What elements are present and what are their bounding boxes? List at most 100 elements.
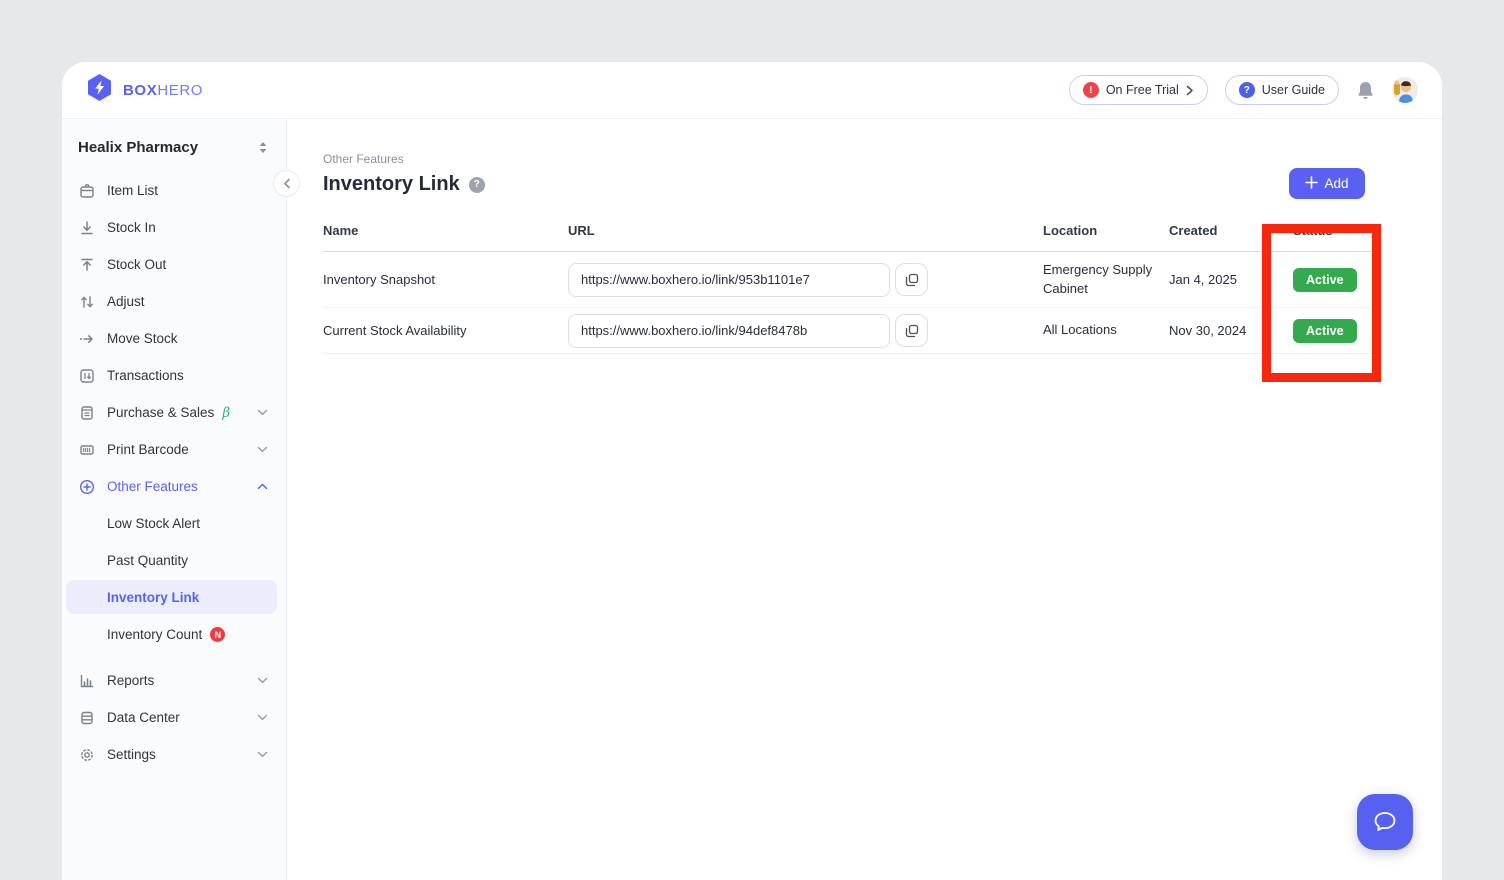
sidebar-item-data-center[interactable]: Data Center — [62, 699, 286, 736]
sidebar-item-label: Item List — [107, 183, 158, 198]
sidebar-item-past-quantity[interactable]: Past Quantity — [62, 542, 286, 579]
barcode-icon — [78, 442, 95, 458]
breadcrumb: Other Features — [323, 152, 1380, 166]
trial-label: On Free Trial — [1106, 83, 1179, 97]
add-button[interactable]: Add — [1289, 168, 1365, 199]
sidebar-item-label: Purchase & Sales — [107, 405, 214, 420]
main-content: Other Features Inventory Link ? Add Name… — [287, 119, 1442, 880]
chat-bubble-icon — [1372, 810, 1398, 834]
chevron-left-icon — [283, 178, 291, 189]
top-header: BOXHERO ! On Free Trial ? User Guide — [62, 62, 1442, 119]
sidebar-item-label: Past Quantity — [107, 553, 188, 568]
sidebar-item-move-stock[interactable]: Move Stock — [62, 320, 286, 357]
chat-support-button[interactable] — [1357, 794, 1413, 850]
help-icon[interactable]: ? — [469, 177, 485, 193]
chevron-right-icon — [1186, 85, 1194, 96]
sidebar-item-low-stock-alert[interactable]: Low Stock Alert — [62, 505, 286, 542]
chevron-down-icon — [257, 751, 268, 758]
column-header-location: Location — [1043, 223, 1169, 238]
copy-icon — [905, 273, 919, 287]
list-numbered-icon — [78, 368, 95, 384]
link-name: Inventory Snapshot — [323, 272, 568, 287]
arrow-down-tray-icon — [78, 220, 95, 236]
status-badge: Active — [1293, 319, 1357, 343]
boxhero-logo[interactable]: BOXHERO — [86, 73, 203, 107]
bar-chart-icon — [78, 673, 95, 689]
chevron-down-icon — [257, 677, 268, 684]
app-window: BOXHERO ! On Free Trial ? User Guide — [62, 62, 1442, 880]
chevron-down-icon — [257, 714, 268, 721]
workspace-name: Healix Pharmacy — [78, 139, 198, 156]
sidebar-item-adjust[interactable]: Adjust — [62, 283, 286, 320]
url-input[interactable] — [568, 263, 890, 297]
table-header-row: Name URL Location Created Status — [323, 223, 1380, 252]
link-location: All Locations — [1043, 321, 1169, 339]
column-header-url: URL — [568, 223, 1043, 238]
sidebar-item-inventory-link[interactable]: Inventory Link — [66, 580, 277, 614]
column-header-name: Name — [323, 223, 568, 238]
sidebar-item-label: Adjust — [107, 294, 145, 309]
sidebar-item-print-barcode[interactable]: Print Barcode — [62, 431, 286, 468]
gear-icon — [78, 747, 95, 763]
sidebar-item-label: Inventory Count — [107, 627, 202, 642]
chevron-up-icon — [257, 483, 268, 490]
sidebar-item-label: Move Stock — [107, 331, 178, 346]
sidebar-item-label: Other Features — [107, 479, 198, 494]
sidebar-item-reports[interactable]: Reports — [62, 662, 286, 699]
workspace-sort-icon — [258, 141, 268, 154]
sidebar-item-purchase-sales[interactable]: Purchase & Sales β — [62, 394, 286, 431]
sidebar-item-stock-in[interactable]: Stock In — [62, 209, 286, 246]
sidebar-item-transactions[interactable]: Transactions — [62, 357, 286, 394]
plus-circle-icon — [78, 479, 95, 495]
guide-question-icon: ? — [1239, 82, 1255, 98]
plus-icon — [1305, 176, 1318, 192]
boxhero-logo-icon — [86, 73, 113, 107]
copy-url-button[interactable] — [895, 263, 928, 296]
user-avatar[interactable] — [1392, 77, 1418, 103]
sidebar-item-stock-out[interactable]: Stock Out — [62, 246, 286, 283]
link-name: Current Stock Availability — [323, 323, 568, 338]
sidebar-item-label: Reports — [107, 673, 154, 688]
status-badge: Active — [1293, 268, 1357, 292]
arrow-right-dashed-icon — [78, 331, 95, 347]
sidebar-item-settings[interactable]: Settings — [62, 736, 286, 773]
copy-url-button[interactable] — [895, 314, 928, 347]
table-row: Current Stock Availability All Locations… — [323, 308, 1380, 354]
sidebar-item-label: Low Stock Alert — [107, 516, 200, 531]
on-free-trial-button[interactable]: ! On Free Trial — [1069, 75, 1208, 105]
new-badge: N — [210, 627, 225, 642]
sidebar-item-item-list[interactable]: Item List — [62, 172, 286, 209]
sidebar-item-label: Data Center — [107, 710, 180, 725]
link-created: Jan 4, 2025 — [1169, 272, 1293, 287]
trial-alert-icon: ! — [1083, 82, 1099, 98]
sidebar-item-label: Print Barcode — [107, 442, 189, 457]
guide-label: User Guide — [1262, 83, 1325, 97]
copy-icon — [905, 324, 919, 338]
sidebar-item-inventory-count[interactable]: Inventory Count N — [62, 616, 286, 653]
sidebar-item-label: Stock In — [107, 220, 156, 235]
column-header-status: Status — [1293, 223, 1380, 238]
beta-badge: β — [222, 405, 230, 421]
sidebar: Healix Pharmacy Item List Stock In — [62, 119, 287, 880]
add-button-label: Add — [1324, 176, 1348, 191]
table-row: Inventory Snapshot Emergency Supply Cabi… — [323, 252, 1380, 308]
app-body: Healix Pharmacy Item List Stock In — [62, 119, 1442, 880]
sidebar-item-other-features[interactable]: Other Features — [62, 468, 286, 505]
sidebar-collapse-button[interactable] — [273, 170, 300, 197]
sidebar-item-label: Stock Out — [107, 257, 166, 272]
user-guide-button[interactable]: ? User Guide — [1225, 75, 1339, 105]
sidebar-item-label: Settings — [107, 747, 156, 762]
boxhero-wordmark: BOXHERO — [123, 82, 203, 99]
notification-bell-icon[interactable] — [1356, 80, 1375, 101]
sidebar-item-label: Inventory Link — [107, 590, 199, 605]
package-icon — [78, 183, 95, 199]
arrow-up-tray-icon — [78, 257, 95, 273]
header-actions: ! On Free Trial ? User Guide — [1069, 75, 1418, 105]
database-icon — [78, 710, 95, 726]
workspace-switcher[interactable]: Healix Pharmacy — [62, 133, 286, 172]
chevron-down-icon — [257, 409, 268, 416]
chevron-down-icon — [257, 446, 268, 453]
sidebar-item-label: Transactions — [107, 368, 184, 383]
url-input[interactable] — [568, 314, 890, 348]
document-icon — [78, 405, 95, 421]
